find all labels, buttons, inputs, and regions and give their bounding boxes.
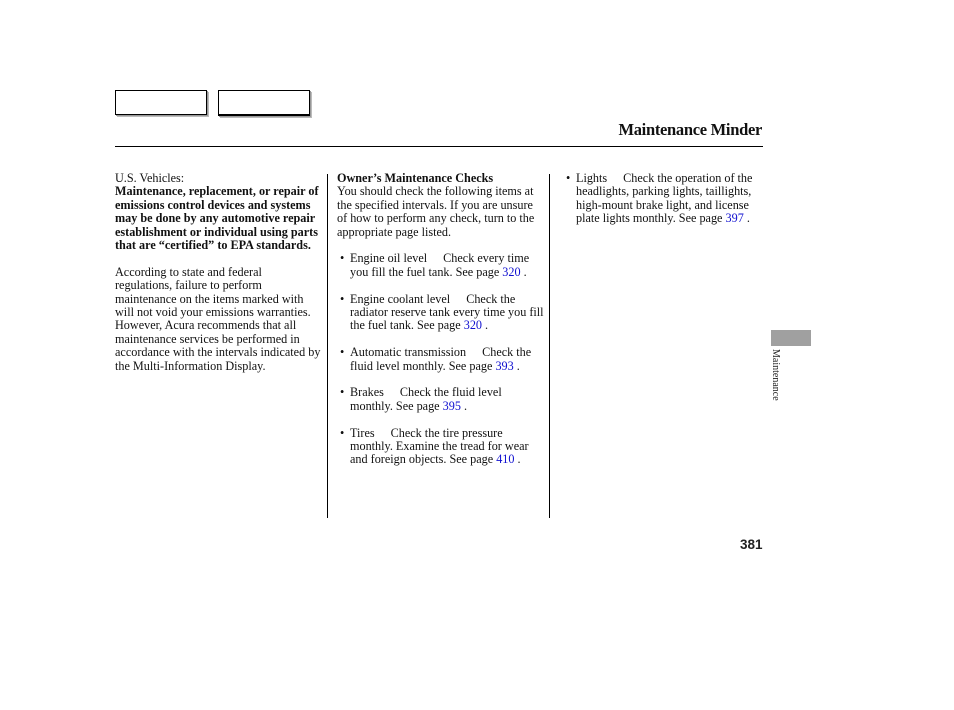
section-tab-label: Maintenance: [770, 349, 781, 401]
previous-page-button[interactable]: [115, 90, 207, 115]
bullet-icon: •: [340, 345, 345, 360]
page-link[interactable]: 395: [443, 399, 461, 413]
check-item: • Brakes Check the fluid level monthly. Se…: [340, 385, 502, 413]
warranty-text-a: According to state and federal regulatio…: [115, 264, 304, 306]
check-item: • Tires Check the tire pressure monthly. E…: [340, 425, 529, 467]
warranty-text-b: will not void your emissions warranties.…: [115, 305, 321, 373]
column-owner-checks: Owner’s Maintenance Checks You should ch…: [337, 171, 545, 467]
column-lights: • Lights Check the operation of the headli…: [563, 171, 758, 226]
bullet-icon: •: [340, 425, 345, 440]
page-title: Maintenance Minder: [618, 120, 762, 139]
check-item-name: Lights: [576, 171, 608, 185]
check-item: • Engine oil level Check every time you fi…: [340, 251, 530, 279]
page-number: 381: [740, 537, 763, 552]
check-item-name: Engine oil level: [350, 251, 428, 266]
us-vehicles-label: U.S. Vehicles:: [115, 171, 185, 185]
check-item-name: Engine coolant level: [350, 291, 451, 306]
bullet-icon: •: [340, 291, 345, 306]
emissions-notice: Maintenance, replacement, or repair of e…: [115, 184, 319, 253]
page-link[interactable]: 393: [495, 359, 513, 373]
section-intro: You should check the following items at …: [337, 184, 535, 239]
column-divider: [327, 174, 328, 518]
bullet-icon: •: [340, 385, 345, 400]
page-link[interactable]: 410: [496, 452, 514, 466]
title-divider: [115, 146, 763, 147]
check-item-name: Brakes: [350, 385, 384, 400]
bullet-icon: •: [566, 171, 571, 185]
column-emissions: U.S. Vehicles: Maintenance, replacement,…: [115, 171, 321, 373]
check-item: • Engine coolant level Check the radiator …: [340, 291, 544, 333]
next-page-button[interactable]: [218, 90, 310, 116]
page-link[interactable]: 320: [502, 265, 520, 279]
check-item-name: Tires: [350, 425, 375, 440]
page-link[interactable]: 397: [726, 211, 744, 225]
bullet-icon: •: [340, 251, 345, 266]
check-item: • Lights Check the operation of the headli…: [566, 171, 753, 226]
check-item: • Automatic transmission Check the fluid l…: [340, 345, 532, 373]
section-heading: Owner’s Maintenance Checks: [337, 171, 494, 185]
page-link[interactable]: 320: [464, 318, 482, 332]
column-divider: [549, 174, 550, 518]
warranty-paragraph: According to state and federal regulatio…: [115, 264, 321, 373]
section-tab[interactable]: [771, 330, 811, 346]
check-item-name: Automatic transmission: [350, 345, 467, 360]
